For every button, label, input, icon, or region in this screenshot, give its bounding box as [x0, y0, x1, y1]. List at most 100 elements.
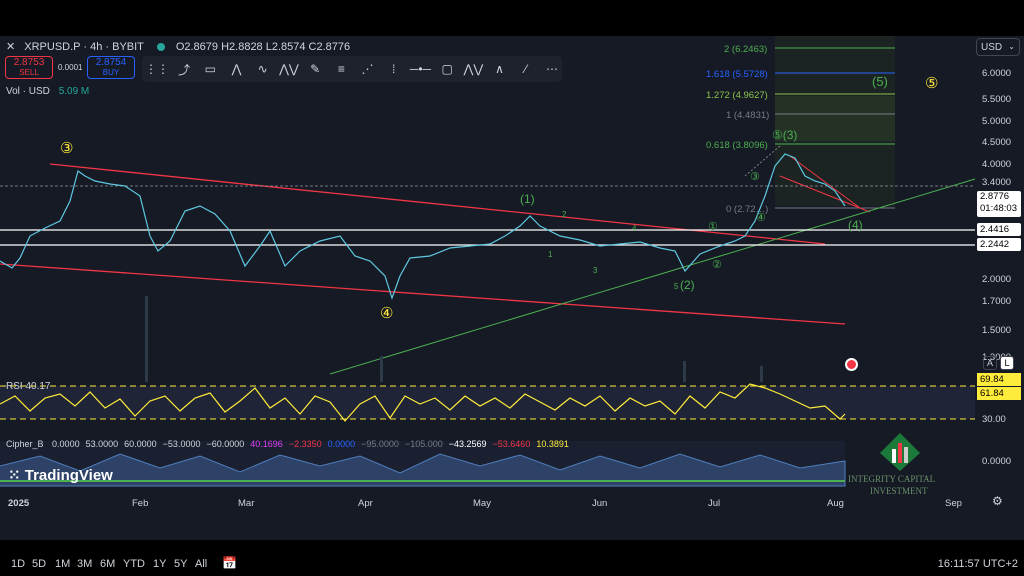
cipher-value: 10.3891 [536, 439, 569, 449]
channel-lower-line[interactable] [0, 263, 846, 325]
brush-icon[interactable]: ✎ [305, 59, 325, 79]
cipher-value: 40.1696 [250, 439, 283, 449]
price-tick: 4.0000 [982, 159, 1012, 170]
watermark-line-2: INVESTMENT [870, 486, 928, 496]
callout-icon[interactable]: ▭ [200, 59, 220, 79]
rsi-value-tag: 61.84 [977, 387, 1021, 400]
price-tick: 1.7000 [982, 296, 1012, 307]
price-tick: 1.5000 [982, 325, 1012, 336]
fib-icon[interactable]: ≡ [331, 59, 351, 79]
abcd-pattern-icon[interactable]: ⋀⋁ [463, 59, 484, 79]
cipher-value: −60.0000 [206, 439, 245, 449]
minor-wave-2: 2 [562, 210, 567, 219]
cipher-value: 0.0000 [327, 439, 356, 449]
level-2-tag: 2.2442 [977, 238, 1021, 251]
integrity-capital-logo [878, 431, 922, 471]
currency-select[interactable]: USD ⌄ [976, 38, 1020, 56]
ab-pattern-icon[interactable]: ∧ [489, 59, 509, 79]
price-tick: 2.0000 [982, 274, 1012, 285]
timeframe-button[interactable]: YTD [123, 558, 145, 570]
volume-bars [145, 296, 763, 382]
wave-label-2: (2) [680, 278, 695, 292]
chart-settings-icon[interactable]: ⚙ [992, 494, 1003, 508]
timeframe-button[interactable]: 5Y [174, 558, 187, 570]
timeframe-button[interactable]: 6M [100, 558, 115, 570]
symbol-header[interactable]: ✕ XRPUSD.P · 4h · BYBIT O2.8679 H2.8828 … [6, 40, 350, 53]
chart-canvas[interactable] [0, 36, 1024, 540]
timeframe-button[interactable]: 1D [11, 558, 25, 570]
timeframe-button[interactable]: 3M [77, 558, 92, 570]
wave-label-4-major: ④ [380, 305, 394, 322]
cipher-values: 0.0000 53.0000 60.0000 −53.0000 −60.0000 40.1… [46, 439, 569, 449]
rsi-upper-tag: 69.84 [977, 373, 1021, 386]
sell-button[interactable]: 2.8753 SELL [5, 56, 53, 79]
timeframe-button[interactable]: All [195, 558, 207, 570]
buy-price: 2.8754 [95, 57, 127, 68]
time-label: Jul [708, 498, 721, 509]
wave-pattern-icon[interactable]: ⋀⋁ [279, 59, 299, 79]
level-1-tag: 2.4416 [977, 223, 1021, 236]
wave-label-1: (1) [520, 192, 535, 206]
clock[interactable]: 16:11:57 UTC+2 [938, 558, 1018, 570]
time-label: Apr [358, 498, 373, 509]
wave-label-5: (5) [872, 74, 888, 89]
us-flag-event-icon[interactable] [845, 358, 858, 371]
chevron-down-icon: ⌄ [1008, 42, 1015, 51]
cipher-value: −53.0000 [162, 439, 201, 449]
current-price-value: 2.8776 [980, 191, 1010, 202]
sell-price: 2.8753 [13, 57, 45, 68]
volume-legend[interactable]: Vol · USD 5.09 M [6, 86, 89, 97]
wave-label-3-major: ③ [60, 140, 74, 157]
minor-wave-3: 3 [593, 266, 598, 275]
minor-wave-circle-4: ④ [756, 212, 766, 224]
tv-icon: ⁙ [8, 467, 25, 484]
rectangle-icon[interactable]: ▢ [437, 59, 457, 79]
price-tick: 6.0000 [982, 68, 1012, 79]
ruler-icon[interactable]: ⁄ [516, 59, 536, 79]
timeframe-button[interactable]: 5D [32, 558, 46, 570]
sell-label: SELL [19, 68, 39, 77]
close-icon[interactable]: ✕ [6, 41, 15, 53]
ohlc-values: O2.8679 H2.8828 L2.8574 C2.8776 [175, 41, 351, 53]
buy-button[interactable]: 2.8754 BUY [87, 56, 135, 79]
fib-label-1272: 1.272 (4.9627) [706, 90, 768, 101]
elliott-wave-icon[interactable]: ⋰ [357, 59, 377, 79]
price-series [0, 153, 846, 300]
trendline-icon[interactable]: ⤴ [174, 59, 194, 79]
brand-name: TradingView [24, 467, 113, 484]
log-scale-button[interactable]: L [1000, 356, 1014, 370]
drawing-toolbar: ⋮⋮ ⤴ ▭ ⋀ ∿ ⋀⋁ ✎ ≡ ⋰ ⁞ ─•─ ▢ ⋀⋁ ∧ ⁄ ⋯ [142, 56, 562, 82]
curve-icon[interactable]: ∿ [253, 59, 273, 79]
green-trendline[interactable] [329, 178, 976, 375]
time-label: Jun [592, 498, 608, 509]
bars-pattern-icon[interactable]: ⁞ [384, 59, 404, 79]
horizontal-ray-icon[interactable]: ─•─ [410, 59, 431, 79]
minor-wave-circle-1: ① [708, 221, 718, 233]
currency-label: USD [981, 42, 1003, 53]
auto-scale-button[interactable]: A [983, 356, 997, 370]
settings-tool-icon[interactable]: ⋯ [542, 59, 562, 79]
price-tick: 3.4000 [982, 177, 1012, 188]
cipher-value: −105.000 [404, 439, 443, 449]
timeframe-button[interactable]: 1M [55, 558, 70, 570]
volume-label: Vol · USD [6, 86, 50, 97]
symbol-title[interactable]: XRPUSD.P · 4h · BYBIT [24, 41, 143, 53]
minor-wave-1: 1 [548, 250, 553, 259]
date-range-icon[interactable]: 📅 [222, 556, 237, 570]
cipher-value: 0.0000 [52, 439, 80, 449]
minor-wave-5: 5 [674, 282, 679, 291]
cipher-value: −2.3350 [288, 439, 322, 449]
tradingview-logo[interactable]: ⁙ TradingView [8, 466, 113, 484]
drag-handle-icon[interactable]: ⋮⋮ [145, 59, 169, 79]
chart-app: ✕ XRPUSD.P · 4h · BYBIT O2.8679 H2.8828 … [0, 36, 1024, 540]
time-label: May [473, 498, 491, 509]
time-label: Feb [132, 498, 149, 509]
fib-label-2: 2 (6.2463) [724, 44, 768, 55]
spread-value: 0.0001 [58, 63, 83, 72]
minor-wave-circle-3: ③ [750, 171, 760, 183]
cipher-legend[interactable]: Cipher_B 0.0000 53.0000 60.0000 −53.0000 −60… [6, 439, 569, 449]
timeframe-button[interactable]: 1Y [153, 558, 166, 570]
wxy-pattern-icon[interactable]: ⋀ [226, 59, 246, 79]
cipher-name: Cipher_B [6, 439, 44, 449]
rsi-label[interactable]: RSI 40.17 [6, 381, 50, 392]
